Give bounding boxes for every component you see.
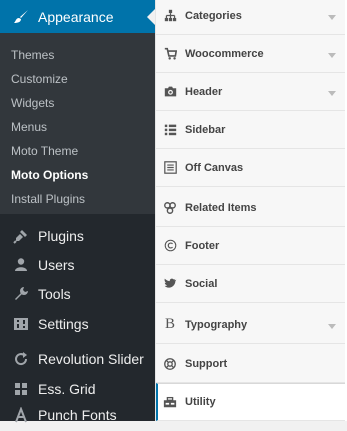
option-label: Utility xyxy=(185,396,216,408)
typography-icon: B xyxy=(164,316,175,332)
font-icon xyxy=(11,406,31,423)
settings-icon xyxy=(11,316,31,332)
option-related-items[interactable]: Related Items xyxy=(156,189,346,227)
wrench-icon xyxy=(11,286,31,302)
option-label: Footer xyxy=(185,239,220,252)
submenu-item-install-plugins[interactable]: Install Plugins xyxy=(0,187,155,211)
menu-item-tools[interactable]: Tools xyxy=(0,277,155,310)
option-label: Related Items xyxy=(185,201,257,214)
plugin-icon xyxy=(11,228,31,244)
option-label: Woocommerce xyxy=(185,47,264,60)
option-label: Typography xyxy=(185,318,248,331)
menu-item-settings[interactable]: Settings xyxy=(0,307,155,340)
menu-item-label: Revolution Slider xyxy=(38,350,144,367)
option-categories[interactable]: Categories xyxy=(156,0,346,35)
menu-item-label: Ess. Grid xyxy=(38,380,96,397)
refresh-icon xyxy=(11,351,31,367)
menu-item-label: Punch Fonts xyxy=(38,406,117,423)
option-support[interactable]: Support xyxy=(156,345,346,383)
option-utility[interactable]: Utility xyxy=(156,383,346,421)
camera-icon xyxy=(163,85,177,98)
option-label: Social xyxy=(185,277,218,290)
list-icon xyxy=(163,123,177,136)
chevron-down-icon xyxy=(328,12,336,24)
submenu-item-widgets[interactable]: Widgets xyxy=(0,91,155,115)
option-off-canvas[interactable]: Off Canvas xyxy=(156,149,346,187)
twitter-icon xyxy=(163,277,177,290)
grid-icon xyxy=(11,381,31,397)
options-menu: Categories Woocommerce Header Sidebar Of… xyxy=(155,0,346,421)
menu-item-label: Plugins xyxy=(38,227,84,244)
submenu-item-menus[interactable]: Menus xyxy=(0,115,155,139)
menu-item-label: Tools xyxy=(38,285,71,302)
chevron-down-icon xyxy=(328,50,336,62)
option-header[interactable]: Header xyxy=(156,73,346,111)
lifebuoy-icon xyxy=(163,357,177,371)
appearance-submenu: Themes Customize Widgets Menus Moto Them… xyxy=(0,33,155,214)
copyright-icon xyxy=(163,239,177,252)
user-icon xyxy=(11,257,31,273)
submenu-item-themes[interactable]: Themes xyxy=(0,43,155,67)
paintbrush-icon xyxy=(11,9,31,25)
option-label: Off Canvas xyxy=(185,161,244,174)
submenu-item-moto-options[interactable]: Moto Options xyxy=(0,163,155,187)
submenu-item-customize[interactable]: Customize xyxy=(0,67,155,91)
option-woocommerce[interactable]: Woocommerce xyxy=(156,35,346,73)
option-label: Sidebar xyxy=(185,123,226,136)
menu-lines-icon xyxy=(163,161,177,174)
sitemap-icon xyxy=(163,9,177,22)
chevron-down-icon xyxy=(328,88,336,100)
option-footer[interactable]: Footer xyxy=(156,227,346,265)
option-label: Support xyxy=(185,357,228,370)
related-items-icon xyxy=(163,201,177,215)
option-label: Header xyxy=(185,85,223,98)
option-social[interactable]: Social xyxy=(156,265,346,303)
menu-item-punch-fonts[interactable]: Punch Fonts xyxy=(0,398,155,431)
chevron-down-icon xyxy=(328,321,336,333)
menu-item-revolution-slider[interactable]: Revolution Slider xyxy=(0,342,155,375)
menu-item-label: Appearance xyxy=(38,8,114,25)
option-typography[interactable]: B Typography xyxy=(156,306,346,344)
menu-item-label: Users xyxy=(38,256,75,273)
cart-icon xyxy=(163,47,177,60)
option-label: Categories xyxy=(185,9,242,22)
admin-sidebar: Appearance Themes Customize Widgets Menu… xyxy=(0,0,155,423)
menu-item-appearance[interactable]: Appearance xyxy=(0,0,155,33)
menu-item-label: Settings xyxy=(38,315,89,332)
option-sidebar[interactable]: Sidebar xyxy=(156,111,346,149)
submenu-item-moto-theme[interactable]: Moto Theme xyxy=(0,139,155,163)
toolbox-icon xyxy=(163,395,177,409)
